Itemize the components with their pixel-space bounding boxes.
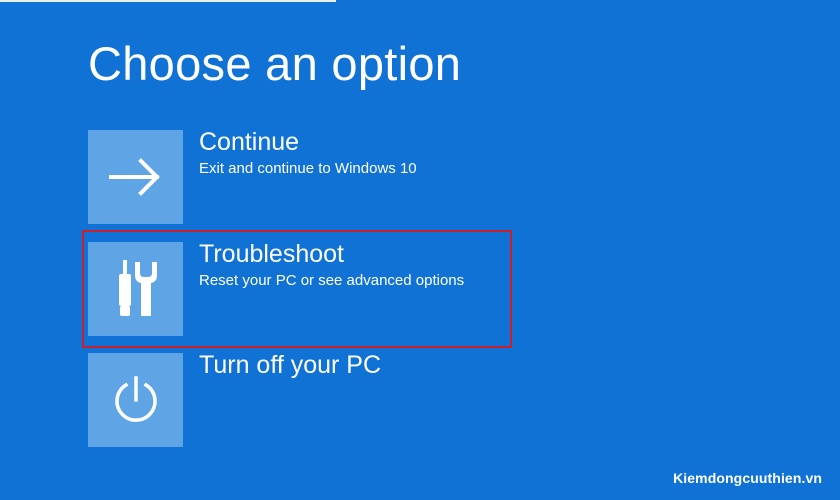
top-strip xyxy=(0,0,336,2)
tools-icon xyxy=(118,260,157,316)
continue-title: Continue xyxy=(199,128,300,156)
watermark: Kiemdongcuuthien.vn xyxy=(673,470,822,486)
troubleshoot-tile[interactable] xyxy=(88,242,183,336)
troubleshoot-option[interactable]: Troubleshoot Reset your PC or see advanc… xyxy=(88,240,518,336)
troubleshoot-title: Troubleshoot xyxy=(199,240,344,268)
turn-off-tile[interactable] xyxy=(88,353,183,447)
continue-option[interactable]: Continue Exit and continue to Windows 10 xyxy=(88,128,518,224)
troubleshoot-description: Reset your PC or see advanced options xyxy=(199,272,465,289)
continue-description: Exit and continue to Windows 10 xyxy=(199,160,417,177)
continue-tile[interactable] xyxy=(88,130,183,224)
arrow-right-icon xyxy=(108,158,160,196)
power-icon xyxy=(114,376,157,422)
turn-off-option[interactable]: Turn off your PC xyxy=(88,351,518,447)
turn-off-title: Turn off your PC xyxy=(199,351,382,379)
page-title: Choose an option xyxy=(88,37,462,90)
